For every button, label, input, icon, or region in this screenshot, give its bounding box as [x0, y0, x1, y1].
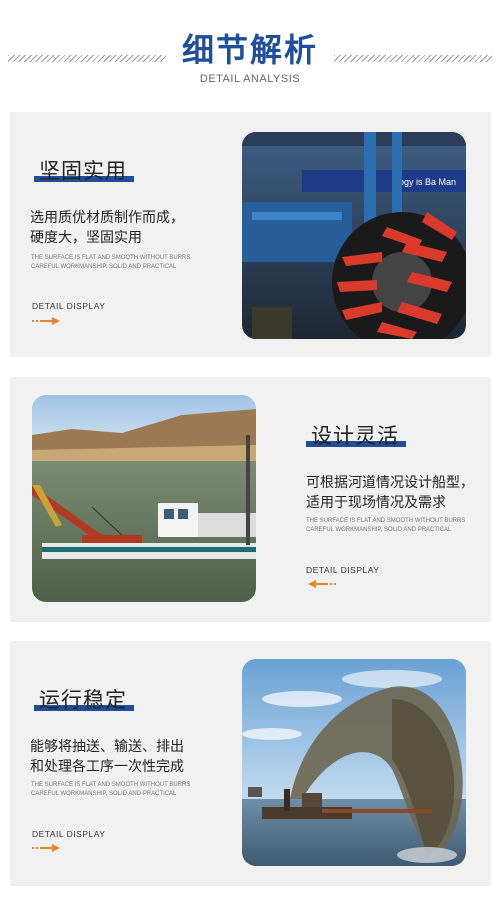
section-title: 设计灵活 [311, 424, 399, 448]
section-caption-line2: CAREFUL WORKMANSHIP, SOLID AND PRACTICAL [31, 791, 177, 797]
page-title: 细节解析 [181, 31, 318, 69]
cutter-head-photo: ology is Ba Man [242, 132, 466, 339]
dredger-boat-photo [32, 395, 256, 602]
section-stable: 运行稳定 能够将抽送、输送、排出 和处理各工序一次性完成 THE SURFACE… [10, 641, 491, 886]
detail-display-label[interactable]: DETAIL DISPLAY [32, 829, 105, 839]
page-subtitle: DETAIL ANALYSIS [199, 73, 301, 85]
section-desc-line1: 能够将抽送、输送、排出 [30, 739, 184, 755]
sand-discharge-photo [242, 659, 466, 866]
detail-display-label[interactable]: DETAIL DISPLAY [306, 565, 379, 575]
section-title: 坚固实用 [39, 159, 127, 183]
section-caption-line2: CAREFUL WORKMANSHIP, SOLID AND PRACTICAL [31, 264, 177, 270]
section-sturdy: 坚固实用 选用质优材质制作而成， 硬度大，坚固实用 THE SURFACE IS… [10, 112, 491, 357]
section-desc-line1: 选用质优材质制作而成， [30, 210, 184, 226]
arrow-left-icon[interactable] [306, 580, 336, 588]
section-desc-line2: 和处理各工序一次性完成 [30, 759, 184, 775]
section-caption-line1: THE SURFACE IS FLAT AND SMOOTH WITHOUT B… [31, 782, 191, 788]
section-flexible: 设计灵活 可根据河道情况设计船型， 适用于现场情况及需求 THE SURFACE… [10, 377, 491, 622]
section-caption-line2: CAREFUL WORKMANSHIP, SOLID AND PRACTICAL [306, 527, 452, 533]
section-caption-line1: THE SURFACE IS FLAT AND SMOOTH WITHOUT B… [31, 255, 191, 261]
section-caption-line1: THE SURFACE IS FLAT AND SMOOTH WITHOUT B… [306, 518, 466, 524]
section-desc-line1: 可根据河道情况设计船型， [306, 475, 474, 491]
section-desc-line2: 适用于现场情况及需求 [306, 495, 446, 511]
arrow-right-icon[interactable] [32, 317, 62, 325]
arrow-right-icon[interactable] [32, 844, 62, 852]
section-desc-line2: 硬度大，坚固实用 [30, 230, 142, 246]
section-title: 运行稳定 [39, 688, 127, 712]
detail-display-label[interactable]: DETAIL DISPLAY [32, 301, 105, 311]
